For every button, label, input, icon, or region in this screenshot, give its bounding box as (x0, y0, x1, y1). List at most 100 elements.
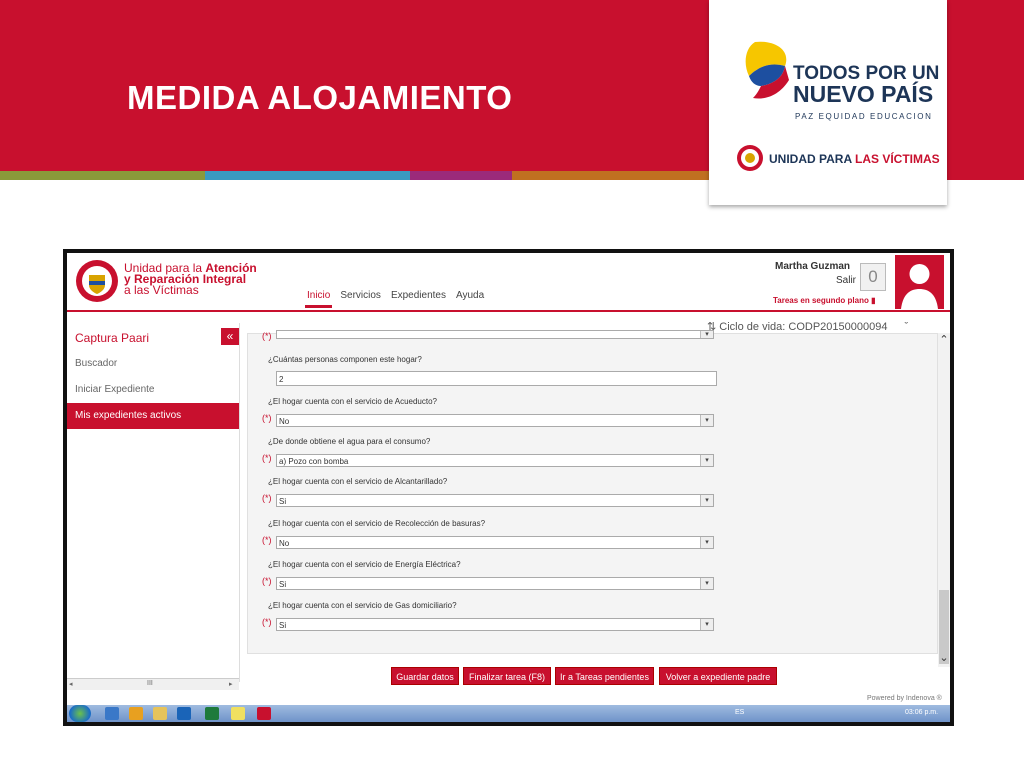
chevron-down-icon[interactable]: ▾ (700, 455, 713, 466)
select-value: No (279, 417, 290, 426)
chrome-icon[interactable] (231, 707, 245, 720)
unit-seal-icon[interactable] (75, 259, 119, 303)
main-nav: Inicio Servicios Expedientes Ayuda (305, 290, 486, 308)
ie-icon[interactable] (105, 707, 119, 720)
stripe-segment (307, 171, 410, 180)
agua-consumo-select[interactable]: a) Pozo con bomba ▾ (276, 454, 714, 467)
partial-select-field[interactable]: ▾ (276, 330, 714, 339)
stripe-segment (204, 171, 308, 180)
chevron-up-icon[interactable]: ⌃ (938, 333, 950, 346)
unit-logo-bold: LAS VÍCTIMAS (855, 152, 940, 166)
stripe-segment (0, 171, 103, 180)
powerpoint-icon[interactable] (257, 707, 271, 720)
seal-icon (737, 145, 763, 171)
gov-logo-line2: NUEVO PAÍS (793, 81, 934, 107)
content-vscrollbar[interactable]: ⌃ ⌄ (938, 333, 950, 667)
basuras-select[interactable]: No ▾ (276, 536, 714, 549)
gas-select[interactable]: Si ▾ (276, 618, 714, 631)
finish-task-button[interactable]: Finalizar tarea (F8) (463, 667, 551, 685)
energia-select[interactable]: Si ▾ (276, 577, 714, 590)
nav-expedientes[interactable]: Expedientes (389, 290, 448, 308)
partial-required-mark: (*) (262, 331, 272, 341)
question-label: ¿El hogar cuenta con el servicio de Alca… (268, 477, 448, 486)
clock[interactable]: 03:06 p.m. (905, 709, 938, 716)
personas-input[interactable]: 2 (276, 371, 717, 386)
unit-logo-prefix: UNIDAD PARA (769, 152, 855, 166)
powered-by: Powered by Indenova ® (867, 695, 942, 702)
outlook-icon[interactable] (177, 707, 191, 720)
background-tasks-link[interactable]: Tareas en segundo plano ▮ (773, 296, 876, 305)
scroll-thumb-grip: III (147, 680, 153, 687)
nav-servicios[interactable]: Servicios (338, 290, 383, 308)
question-label: ¿El hogar cuenta con el servicio de Reco… (268, 519, 486, 528)
select-value: Si (279, 621, 287, 630)
app-screenshot-frame: Unidad para la Atención y Reparación Int… (63, 249, 954, 726)
question-label: ¿El hogar cuenta con el servicio de Ener… (268, 560, 461, 569)
background-tasks-label: Tareas en segundo plano (773, 296, 869, 305)
unit-logo-text: UNIDAD PARA LAS VÍCTIMAS (769, 152, 940, 166)
logout-link[interactable]: Salir (836, 275, 856, 286)
chevron-down-icon[interactable]: ▾ (700, 537, 713, 548)
media-icon[interactable] (129, 707, 143, 720)
stripe-segment (512, 171, 615, 180)
sidebar-item-mis-expedientes[interactable]: Mis expedientes activos (67, 403, 239, 429)
trash-icon: ▮ (871, 296, 876, 305)
sidebar-item-buscador[interactable]: Buscador (67, 351, 239, 377)
language-indicator[interactable]: ES (735, 709, 744, 716)
sidebar: Captura Paari « Buscador Iniciar Expedie… (67, 323, 240, 682)
start-button[interactable] (69, 705, 91, 722)
required-mark: (*) (262, 453, 272, 463)
slide-title: MEDIDA ALOJAMIENTO (127, 79, 513, 116)
questionnaire-form: (*) ▾ ¿Cuántas personas componen este ho… (247, 330, 938, 654)
user-name: Martha Guzman (775, 261, 851, 272)
select-value: Si (279, 497, 287, 506)
acueducto-select[interactable]: No ▾ (276, 414, 714, 427)
chevron-down-icon[interactable]: ▾ (700, 331, 713, 338)
pending-tasks-button[interactable]: Ir a Tareas pendientes (555, 667, 654, 685)
sidebar-title: Captura Paari (75, 331, 150, 345)
org-name: Unidad para la Atención y Reparación Int… (124, 262, 257, 297)
stripe-segment (614, 171, 717, 180)
question-label-personas: ¿Cuántas personas componen este hogar? (268, 355, 422, 364)
app-header: Unidad para la Atención y Reparación Int… (67, 253, 950, 312)
lifecycle-label: ⇅ Ciclo de vida: CODP20150000094 ˇ (707, 320, 908, 333)
question-label: ¿El hogar cuenta con el servicio de Gas … (268, 601, 457, 610)
back-to-parent-button[interactable]: Volver a expediente padre (659, 667, 777, 685)
user-silhouette-icon (901, 264, 938, 309)
excel-icon[interactable] (205, 707, 219, 720)
save-data-button[interactable]: Guardar datos (391, 667, 459, 685)
chevron-down-icon[interactable]: ˇ (905, 321, 909, 333)
question-label: ¿El hogar cuenta con el servicio de Acue… (268, 397, 437, 406)
stripe-segment (102, 171, 205, 180)
collapse-sidebar-button[interactable]: « (221, 328, 239, 345)
select-value: Si (279, 580, 287, 589)
required-mark: (*) (262, 413, 272, 423)
chevron-down-icon[interactable]: ▾ (700, 495, 713, 506)
logo-card: TODOS POR UN NUEVO PAÍS PAZ EQUIDAD EDUC… (709, 0, 947, 205)
sidebar-item-iniciar-expediente[interactable]: Iniciar Expediente (67, 377, 239, 403)
chevron-down-icon[interactable]: ▾ (700, 415, 713, 426)
taskbar: ES 03:06 p.m. (67, 705, 950, 722)
scroll-right-icon[interactable]: ▸ (229, 680, 233, 688)
question-label: ¿De donde obtiene el agua para el consum… (268, 437, 431, 446)
alcantarillado-select[interactable]: Si ▾ (276, 494, 714, 507)
chevron-down-icon[interactable]: ▾ (700, 619, 713, 630)
required-mark: (*) (262, 493, 272, 503)
nav-inicio[interactable]: Inicio (305, 290, 333, 308)
required-mark: (*) (262, 617, 272, 627)
lifecycle-text: Ciclo de vida: CODP20150000094 (719, 321, 888, 333)
required-mark: (*) (262, 535, 272, 545)
scroll-left-icon[interactable]: ◂ (69, 680, 73, 688)
folder-icon[interactable] (153, 707, 167, 720)
nav-ayuda[interactable]: Ayuda (454, 290, 486, 308)
select-value: a) Pozo con bomba (279, 457, 349, 466)
gov-logo-text: TODOS POR UN NUEVO PAÍS (793, 64, 939, 107)
required-mark: (*) (262, 576, 272, 586)
org-line3: a las Víctimas (124, 283, 199, 297)
colombia-flag-logo (745, 41, 789, 99)
chevron-down-icon[interactable]: ⌄ (938, 651, 950, 664)
sidebar-hscrollbar[interactable]: ◂ III ▸ (67, 678, 239, 690)
avatar[interactable] (895, 255, 944, 309)
task-count-badge[interactable]: 0 (860, 263, 886, 291)
chevron-down-icon[interactable]: ▾ (700, 578, 713, 589)
